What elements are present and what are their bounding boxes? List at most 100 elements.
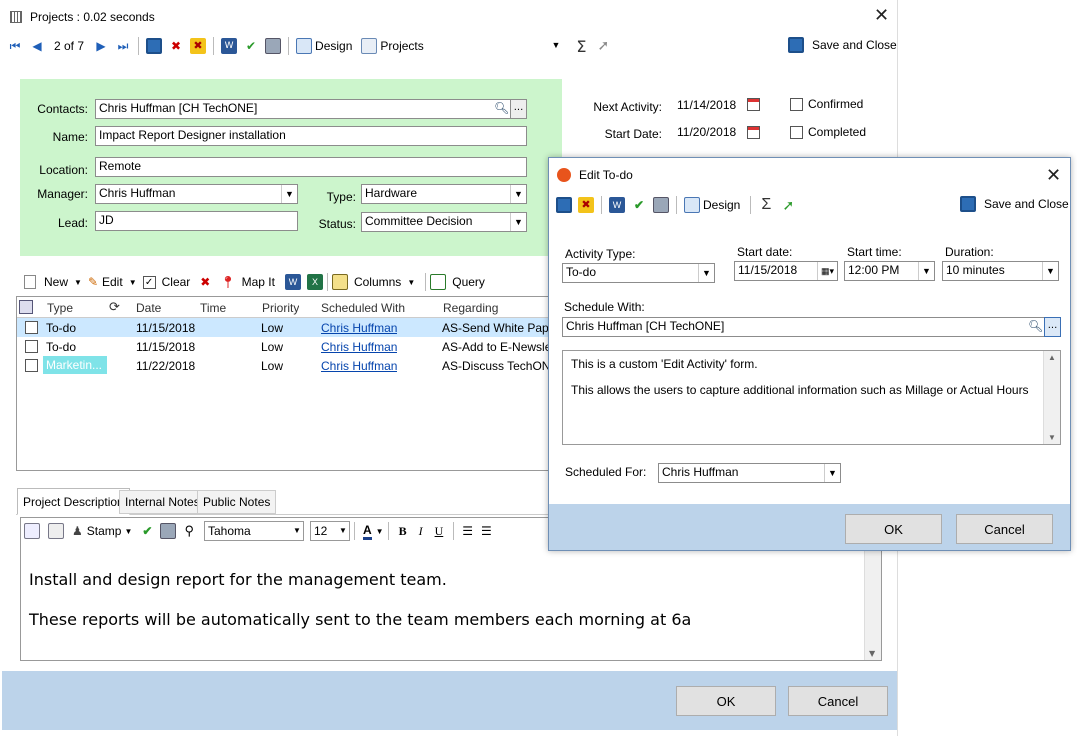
chevron-down-icon[interactable]: ▼ bbox=[129, 278, 137, 287]
table-row[interactable]: To-do 11/15/2018 Low Chris Huffman AS-Se… bbox=[17, 318, 549, 337]
goto-arrow-icon[interactable]: ➚ bbox=[779, 195, 797, 215]
goto-arrow-icon[interactable]: ➚ bbox=[594, 36, 612, 56]
word-icon[interactable]: W bbox=[220, 36, 238, 56]
duration-select[interactable]: 10 minutes ▼ bbox=[942, 261, 1059, 281]
design-icon[interactable] bbox=[683, 195, 701, 215]
row-scheduled-with-link[interactable]: Chris Huffman bbox=[321, 340, 397, 354]
refresh-icon[interactable]: ⟳ bbox=[109, 299, 120, 315]
tab-public-notes[interactable]: Public Notes bbox=[197, 490, 277, 514]
insert-icon[interactable] bbox=[24, 523, 40, 539]
column-scheduled-with[interactable]: Scheduled With bbox=[321, 301, 405, 315]
search-icon[interactable]: 🔍︎ bbox=[494, 101, 509, 115]
tab-project-description[interactable]: Project Description bbox=[17, 488, 130, 515]
type-select[interactable]: Hardware ▼ bbox=[361, 184, 527, 204]
column-regarding[interactable]: Regarding bbox=[443, 301, 498, 315]
underline-icon[interactable]: U bbox=[435, 524, 444, 539]
grid-options-icon[interactable] bbox=[19, 300, 33, 314]
row-checkbox[interactable] bbox=[25, 340, 38, 353]
find-icon[interactable]: ⚲ bbox=[184, 523, 194, 539]
row-checkbox[interactable] bbox=[25, 321, 38, 334]
cancel-button[interactable]: Cancel bbox=[788, 686, 888, 716]
edit-button[interactable]: Edit bbox=[102, 275, 123, 289]
name-field[interactable]: Impact Report Designer installation bbox=[95, 126, 527, 146]
columns-button[interactable]: Columns bbox=[354, 275, 401, 289]
next-record-icon[interactable]: ▶ bbox=[92, 36, 110, 56]
contacts-field[interactable]: Chris Huffman [CH TechONE] bbox=[95, 99, 511, 119]
design-button[interactable]: Design bbox=[315, 39, 352, 53]
size-select[interactable]: 12 ▼ bbox=[309, 521, 350, 541]
row-scheduled-with-link[interactable]: Chris Huffman bbox=[321, 359, 397, 373]
sigma-icon[interactable]: Σ bbox=[757, 195, 775, 215]
align-left-icon[interactable]: ☰ bbox=[462, 524, 473, 538]
word-icon[interactable]: W bbox=[284, 274, 301, 290]
chevron-down-icon[interactable]: ▼ bbox=[376, 527, 384, 536]
italic-icon[interactable]: I bbox=[419, 524, 423, 539]
delete-icon[interactable]: ✖ bbox=[200, 275, 210, 289]
manager-select[interactable]: Chris Huffman ▼ bbox=[95, 184, 298, 204]
column-priority[interactable]: Priority bbox=[262, 301, 299, 315]
spellcheck-icon[interactable]: ✔ bbox=[630, 195, 648, 215]
dialog-save-close-button[interactable]: Save and Close bbox=[960, 196, 1069, 212]
chevron-down-icon[interactable]: ▼ bbox=[124, 527, 132, 536]
query-button[interactable]: Query bbox=[452, 275, 485, 289]
view-select[interactable]: Projects ▼ bbox=[380, 39, 560, 53]
column-time[interactable]: Time bbox=[200, 301, 226, 315]
status-select[interactable]: Committee Decision ▼ bbox=[361, 212, 527, 232]
confirmed-checkbox[interactable] bbox=[790, 98, 803, 111]
attach-icon[interactable] bbox=[48, 523, 64, 539]
chevron-down-icon[interactable]: ▼ bbox=[407, 278, 415, 287]
excel-icon[interactable]: X bbox=[306, 274, 323, 290]
bold-icon[interactable]: B bbox=[399, 524, 407, 539]
cancel-icon[interactable]: ✖ bbox=[577, 195, 595, 215]
scroll-down-icon[interactable]: ▼ bbox=[869, 649, 875, 658]
dialog-cancel-button[interactable]: Cancel bbox=[956, 514, 1053, 544]
print-icon[interactable] bbox=[652, 195, 670, 215]
word-icon[interactable]: W bbox=[608, 195, 626, 215]
print-icon[interactable] bbox=[160, 523, 177, 539]
first-record-icon[interactable]: ⏮ bbox=[6, 36, 24, 56]
design-button[interactable]: Design bbox=[703, 198, 740, 212]
align-center-icon[interactable]: ☰ bbox=[481, 524, 492, 538]
schedule-with-browse-button[interactable]: ... bbox=[1044, 317, 1061, 337]
save-icon[interactable] bbox=[145, 36, 163, 56]
notes-scrollbar[interactable]: ▲ ▼ bbox=[1043, 351, 1060, 444]
spellcheck-icon[interactable]: ✔ bbox=[242, 36, 260, 56]
save-close-button[interactable]: Save and Close bbox=[788, 37, 897, 53]
activity-type-select[interactable]: To-do ▼ bbox=[562, 263, 715, 283]
print-icon[interactable] bbox=[264, 36, 282, 56]
calendar-icon[interactable] bbox=[747, 126, 760, 139]
location-field[interactable]: Remote bbox=[95, 157, 527, 177]
prev-record-icon[interactable]: ◀ bbox=[28, 36, 46, 56]
save-icon[interactable] bbox=[555, 195, 573, 215]
scroll-down-icon[interactable]: ▼ bbox=[1048, 433, 1056, 442]
start-date-picker[interactable]: 11/15/2018 ▦▾ bbox=[734, 261, 838, 281]
close-icon[interactable]: ✕ bbox=[874, 5, 889, 26]
column-type[interactable]: Type bbox=[47, 301, 73, 315]
close-icon[interactable]: ✕ bbox=[1046, 165, 1061, 186]
ok-button[interactable]: OK bbox=[676, 686, 776, 716]
calendar-icon[interactable] bbox=[747, 98, 760, 111]
chevron-down-icon[interactable]: ▼ bbox=[74, 278, 82, 287]
row-scheduled-with-link[interactable]: Chris Huffman bbox=[321, 321, 397, 335]
clear-button[interactable]: Clear bbox=[162, 275, 191, 289]
editor-scrollbar[interactable]: ▼ bbox=[864, 545, 881, 660]
font-color-icon[interactable]: A bbox=[362, 523, 372, 540]
cancel-icon[interactable]: ✖ bbox=[189, 36, 207, 56]
search-icon[interactable]: 🔍︎ bbox=[1028, 319, 1043, 333]
notes-textarea[interactable]: This is a custom 'Edit Activity' form. T… bbox=[562, 350, 1061, 445]
column-date[interactable]: Date bbox=[136, 301, 161, 315]
contacts-browse-button[interactable]: ... bbox=[510, 99, 527, 119]
schedule-with-field[interactable]: Chris Huffman [CH TechONE] bbox=[562, 317, 1045, 337]
new-button[interactable]: New bbox=[44, 275, 68, 289]
font-select[interactable]: Tahoma ▼ bbox=[203, 521, 304, 541]
lead-field[interactable]: JD bbox=[95, 211, 298, 231]
tab-internal-notes[interactable]: Internal Notes bbox=[119, 490, 206, 514]
last-record-icon[interactable]: ⏭ bbox=[114, 36, 132, 56]
row-checkbox[interactable] bbox=[25, 359, 38, 372]
delete-icon[interactable]: ✖ bbox=[167, 36, 185, 56]
scheduled-for-select[interactable]: Chris Huffman ▼ bbox=[658, 463, 841, 483]
dialog-ok-button[interactable]: OK bbox=[845, 514, 942, 544]
scroll-up-icon[interactable]: ▲ bbox=[1048, 353, 1056, 362]
design-icon[interactable] bbox=[295, 36, 313, 56]
stamp-button[interactable]: Stamp bbox=[87, 524, 122, 538]
